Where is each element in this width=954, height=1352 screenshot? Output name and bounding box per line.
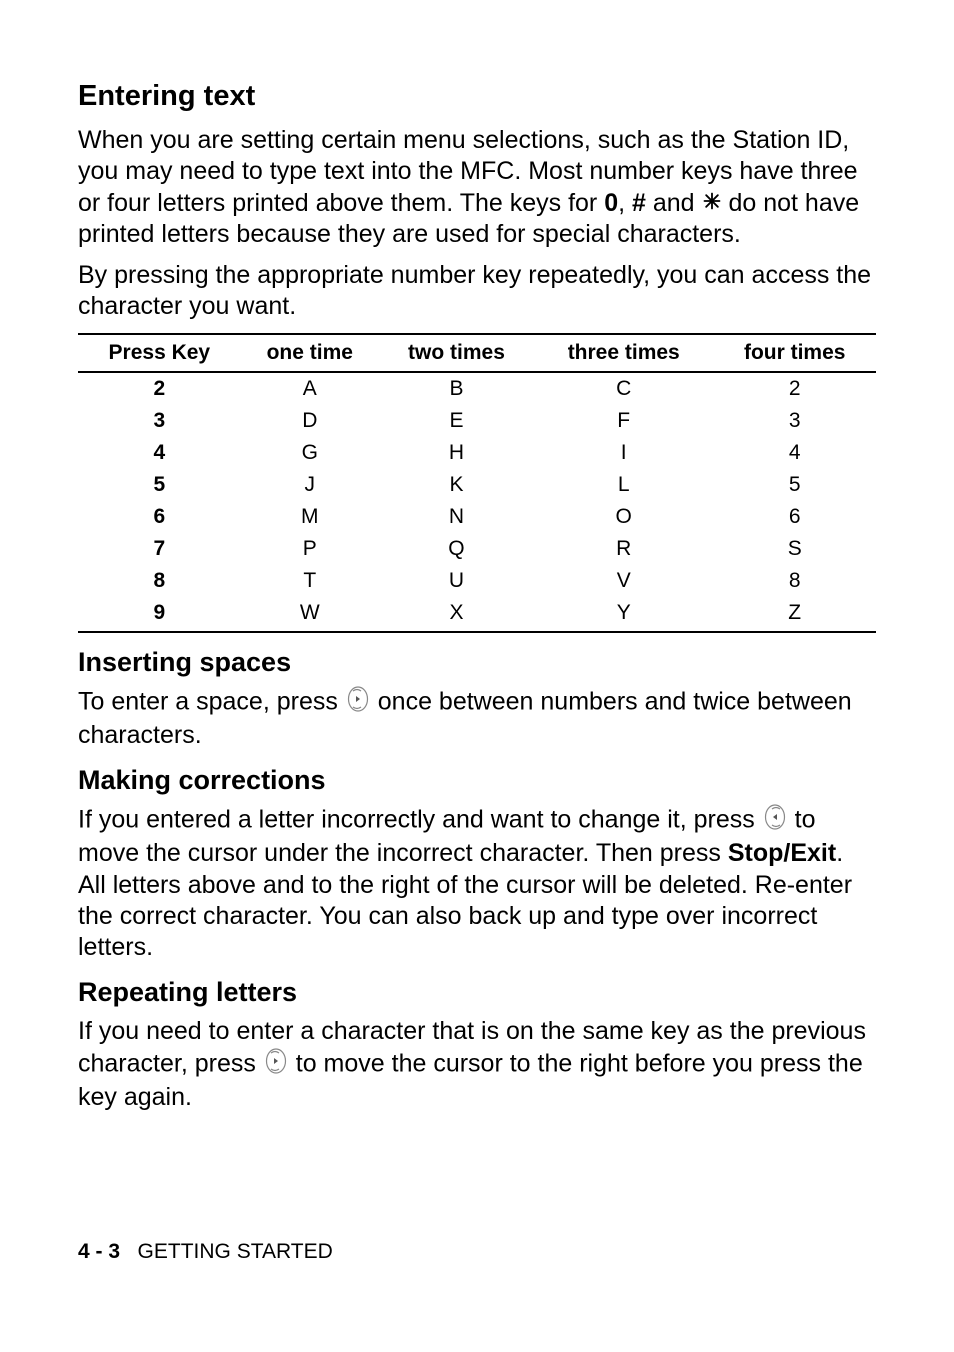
section-label: GETTING STARTED [138, 1240, 333, 1263]
page-footer: 4 - 3 GETTING STARTED [78, 1240, 333, 1264]
cell: Y [534, 597, 713, 632]
cell: G [241, 437, 379, 469]
cell: I [534, 437, 713, 469]
cell: 4 [713, 437, 876, 469]
cell: L [534, 469, 713, 501]
heading-entering-text: Entering text [78, 80, 876, 113]
key-zero: 0 [604, 189, 618, 217]
para-inserting-spaces: To enter a space, press once between num… [78, 686, 876, 752]
key-hash: # [632, 189, 646, 217]
cell: 2 [78, 372, 241, 405]
cell: 2 [713, 372, 876, 405]
cell: 7 [78, 533, 241, 565]
col-two: two times [379, 334, 534, 372]
cell: E [379, 405, 534, 437]
cell: K [379, 469, 534, 501]
cell: 8 [713, 565, 876, 597]
multitap-table: Press Key one time two times three times… [78, 333, 876, 633]
cell: N [379, 501, 534, 533]
cell: J [241, 469, 379, 501]
nav-right-icon [347, 686, 369, 720]
cell: 6 [713, 501, 876, 533]
cell: Q [379, 533, 534, 565]
heading-inserting-spaces: Inserting spaces [78, 647, 876, 678]
cell: D [241, 405, 379, 437]
cell: F [534, 405, 713, 437]
cell: 5 [78, 469, 241, 501]
cell: X [379, 597, 534, 632]
cell: 5 [713, 469, 876, 501]
star-icon [702, 191, 722, 216]
page-number: 4 - 3 [78, 1240, 120, 1263]
table-header-row: Press Key one time two times three times… [78, 334, 876, 372]
cell: W [241, 597, 379, 632]
stop-exit-label: Stop/Exit [728, 839, 836, 867]
table-row: 6 M N O 6 [78, 501, 876, 533]
text: and [646, 189, 702, 217]
cell: T [241, 565, 379, 597]
cell: U [379, 565, 534, 597]
cell: O [534, 501, 713, 533]
cell: 3 [713, 405, 876, 437]
col-one: one time [241, 334, 379, 372]
cell: M [241, 501, 379, 533]
table-row: 2 A B C 2 [78, 372, 876, 405]
para-repeating-letters: If you need to enter a character that is… [78, 1016, 876, 1113]
cell: 8 [78, 565, 241, 597]
text: , [618, 189, 632, 217]
cell: P [241, 533, 379, 565]
nav-left-icon [764, 804, 786, 838]
cell: C [534, 372, 713, 405]
cell: R [534, 533, 713, 565]
table-row: 9 W X Y Z [78, 597, 876, 632]
cell: 4 [78, 437, 241, 469]
heading-making-corrections: Making corrections [78, 765, 876, 796]
cell: 9 [78, 597, 241, 632]
cell: 3 [78, 405, 241, 437]
cell: Z [713, 597, 876, 632]
col-four: four times [713, 334, 876, 372]
text: If you entered a letter incorrectly and … [78, 806, 762, 834]
col-presskey: Press Key [78, 334, 241, 372]
table-row: 8 T U V 8 [78, 565, 876, 597]
cell: A [241, 372, 379, 405]
heading-repeating-letters: Repeating letters [78, 977, 876, 1008]
nav-right-icon [265, 1048, 287, 1082]
table-row: 3 D E F 3 [78, 405, 876, 437]
para-entering-text-2: By pressing the appropriate number key r… [78, 260, 876, 323]
cell: B [379, 372, 534, 405]
table-row: 5 J K L 5 [78, 469, 876, 501]
table-row: 4 G H I 4 [78, 437, 876, 469]
para-entering-text-1: When you are setting certain menu select… [78, 125, 876, 250]
cell: S [713, 533, 876, 565]
cell: V [534, 565, 713, 597]
col-three: three times [534, 334, 713, 372]
cell: H [379, 437, 534, 469]
cell: 6 [78, 501, 241, 533]
table-row: 7 P Q R S [78, 533, 876, 565]
text: To enter a space, press [78, 687, 345, 715]
para-making-corrections: If you entered a letter incorrectly and … [78, 804, 876, 963]
